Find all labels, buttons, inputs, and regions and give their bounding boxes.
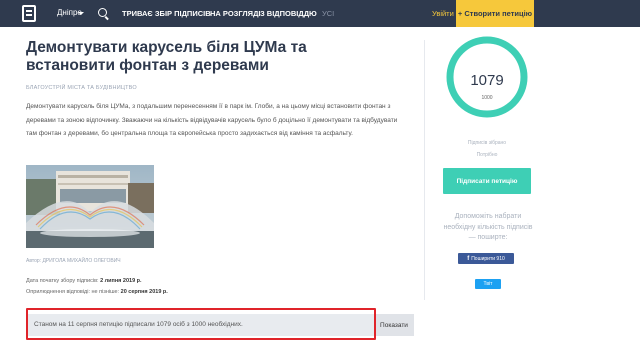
sign-petition-button[interactable]: Підписати петицію	[443, 168, 531, 194]
site-logo-icon[interactable]	[22, 5, 36, 22]
search-icon[interactable]	[98, 8, 107, 17]
create-petition-button[interactable]: + Створити петицію	[456, 0, 534, 27]
start-date-line: Дата початку збору підписів: 2 липня 201…	[26, 278, 142, 284]
login-link[interactable]: Увійти	[432, 9, 454, 18]
twitter-share-label: Твіт	[483, 281, 493, 287]
signature-goal: 1000	[481, 95, 493, 101]
reply-date-value: 20 серпня 2019 р.	[120, 289, 168, 295]
fountain-image	[26, 165, 154, 248]
show-signatures-button[interactable]: Показати	[374, 314, 414, 336]
start-date-label: Дата початку збору підписів:	[26, 278, 99, 284]
top-navbar: Дніпро ТРИВАЄ ЗБІР ПІДПИСІВ НА РОЗГЛЯДІ …	[0, 0, 640, 27]
petition-category[interactable]: БЛАГОУСТРІЙ МІСТА ТА БУДІВНИЦТВО	[26, 85, 137, 91]
photo-author: Автор: ДРИГОЛА МИХАЙЛО ОЛЕГОВИЧ	[26, 258, 121, 264]
tab-collecting[interactable]: ТРИВАЄ ЗБІР ПІДПИСІВ	[122, 9, 211, 18]
tab-under-review[interactable]: НА РОЗГЛЯДІ	[210, 9, 261, 18]
start-date-value: 2 липня 2019 р.	[100, 278, 142, 284]
facebook-share-button[interactable]: f Поширити 910	[458, 253, 514, 264]
petition-description: Демонтувати карусель біля ЦУМа, з подаль…	[26, 103, 398, 137]
petition-photo[interactable]	[26, 165, 154, 248]
twitter-share-button[interactable]: Твіт	[475, 279, 501, 289]
share-help-text: Допоможіть набрати необхідну кількість п…	[443, 213, 533, 241]
facebook-icon: f	[467, 255, 470, 262]
reply-date-line: Оприлюднення відповіді: не пізніше: 20 с…	[26, 289, 168, 295]
needed-label: Потрібно	[476, 152, 498, 158]
facebook-share-label: Поширити 910	[471, 255, 505, 262]
petition-title: Демонтувати карусель біля ЦУМа та встано…	[26, 39, 307, 74]
tab-answered[interactable]: З ВІДПОВІДДЮ	[260, 9, 317, 18]
sidebar-divider	[424, 40, 425, 300]
collected-label: Підписів зібрано	[467, 140, 507, 146]
tab-all[interactable]: УСІ	[322, 9, 334, 18]
signature-count: 1079	[470, 72, 504, 89]
reply-date-label: Оприлюднення відповіді: не пізніше:	[26, 289, 120, 295]
highlight-box	[26, 308, 376, 340]
chevron-down-icon[interactable]	[78, 12, 84, 15]
